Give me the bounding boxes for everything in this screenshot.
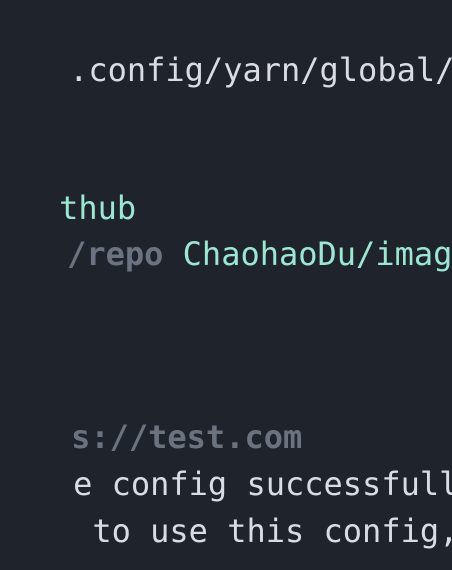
terminal-line-usage: to use this config, [0,465,452,550]
repo-value-text: ChaohaoDu/image [163,235,452,273]
terminal-line-success: e config successfully [0,418,452,503]
terminal-window: .config/yarn/global/n thub /repo Chaohao… [0,0,452,570]
terminal-line-repo: /repo ChaohaoDu/image [0,188,452,273]
usage-text: to use this config, [73,512,452,550]
config-path-text: .config/yarn/global/n [69,51,452,89]
terminal-line-github: thub [0,142,136,227]
terminal-line-url: s://test.com [0,371,302,456]
repo-flag-text: /repo [67,235,164,273]
terminal-line-config-path: .config/yarn/global/n [0,4,452,89]
